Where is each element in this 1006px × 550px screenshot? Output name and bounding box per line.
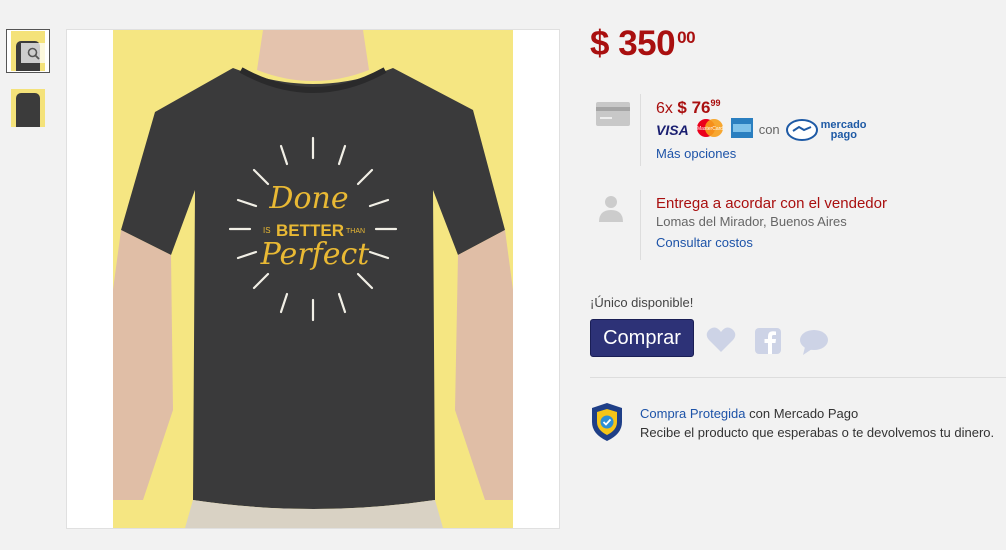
thumbnail-2[interactable]: [6, 86, 50, 130]
shirt-text-is: IS: [263, 226, 271, 235]
shirt-text-perfect: Perfect: [260, 237, 371, 272]
protected-purchase-link[interactable]: Compra Protegida: [640, 406, 746, 421]
mastercard-icon: MasterCard: [695, 118, 725, 141]
availability-text: ¡Único disponible!: [590, 295, 694, 310]
shipping-costs-link[interactable]: Consultar costos: [656, 235, 753, 250]
shield-icon: [591, 402, 623, 447]
shirt-text-than: THAN: [346, 228, 365, 235]
purchase-protection: Compra Protegida con Mercado Pago Recibe…: [640, 406, 995, 440]
buy-button[interactable]: Comprar: [590, 319, 694, 357]
facebook-icon[interactable]: [755, 328, 781, 359]
thumbnail-1[interactable]: [6, 29, 50, 73]
product-photo: Done IS BETTER THAN Perfect: [113, 30, 513, 528]
svg-text:MasterCard: MasterCard: [697, 126, 723, 132]
protection-description: Recibe el producto que esperabas o te de…: [640, 425, 995, 440]
shipping-title: Entrega a acordar con el vendedor: [656, 195, 887, 212]
magnifier-icon[interactable]: [21, 43, 45, 63]
divider: [640, 190, 641, 260]
credit-card-icon: [596, 102, 630, 131]
product-image-box[interactable]: Done IS BETTER THAN Perfect: [66, 29, 560, 529]
payment-methods: VISA MasterCard con mercado pago: [656, 118, 867, 141]
shirt-text-done: Done: [268, 181, 348, 216]
amex-icon: [730, 118, 753, 141]
product-price: $ 350 00: [590, 24, 696, 63]
installments-text: 6x $ 7699: [656, 98, 721, 117]
thumbnail-image: [11, 31, 45, 71]
person-icon: [597, 194, 625, 227]
divider: [640, 94, 641, 166]
tshirt-thumbnail: [11, 89, 45, 127]
seller-location: Lomas del Mirador, Buenos Aires: [656, 214, 847, 229]
thumbnail-list: [6, 29, 52, 143]
more-options-link[interactable]: Más opciones: [656, 146, 736, 161]
chat-icon[interactable]: [799, 329, 829, 360]
con-label: con: [758, 122, 780, 137]
mercado-pago-logo: mercado pago: [785, 118, 867, 141]
visa-icon: VISA: [656, 121, 689, 138]
divider: [590, 377, 1006, 378]
heart-icon[interactable]: [706, 327, 736, 358]
